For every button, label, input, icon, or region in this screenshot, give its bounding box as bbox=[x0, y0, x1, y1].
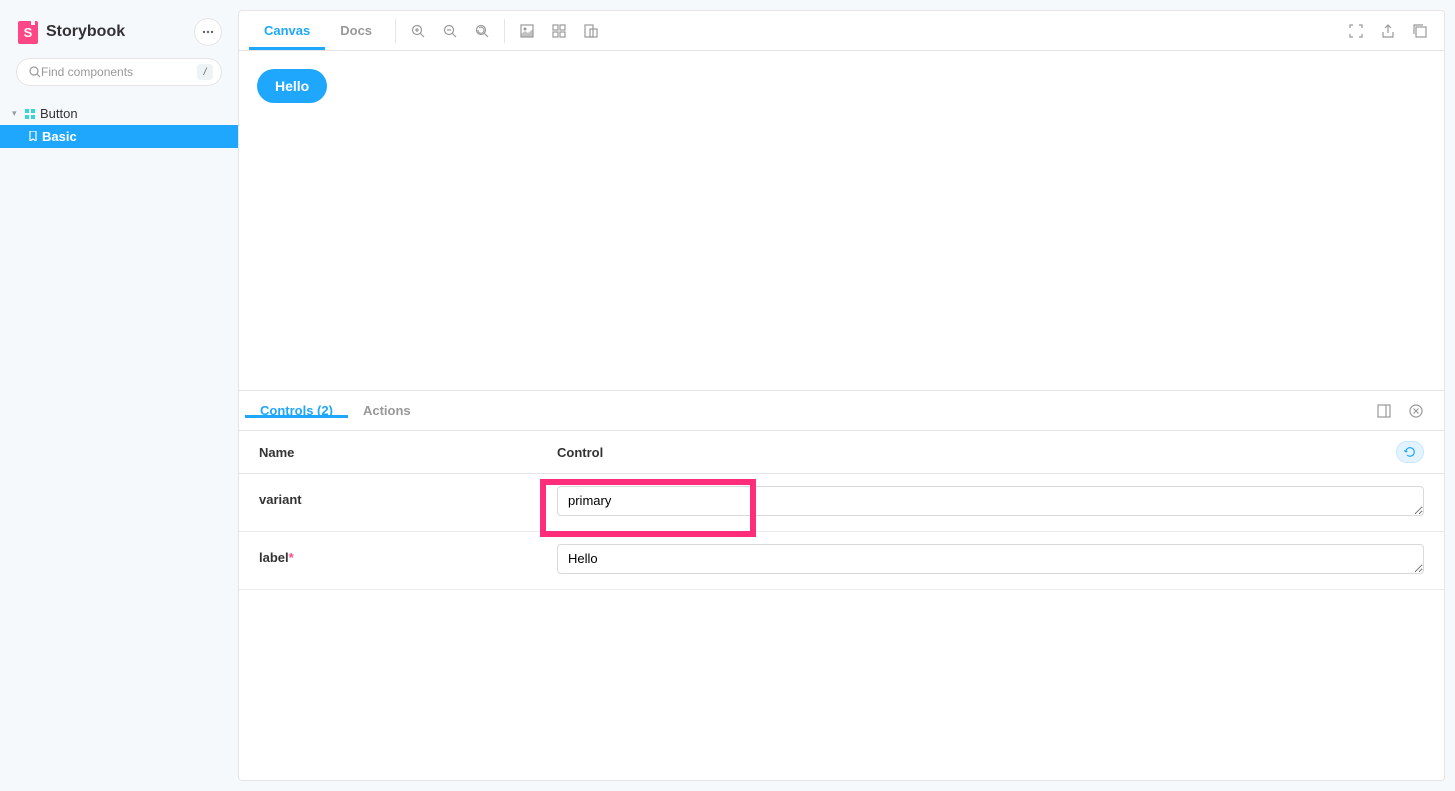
divider bbox=[395, 19, 396, 43]
tab-controls[interactable]: Controls (2) bbox=[245, 403, 348, 418]
viewport-button[interactable] bbox=[577, 17, 605, 45]
tab-actions[interactable]: Actions bbox=[348, 403, 426, 418]
view-tabs: Canvas Docs bbox=[249, 11, 387, 50]
control-row-label: label* bbox=[239, 532, 1444, 590]
search-box[interactable]: / bbox=[16, 58, 222, 86]
ellipsis-icon bbox=[202, 30, 214, 34]
canvas-preview: Hello bbox=[239, 51, 1444, 390]
tree-item-button[interactable]: ▾ Button bbox=[0, 102, 238, 125]
share-button[interactable] bbox=[1374, 17, 1402, 45]
close-panel-button[interactable] bbox=[1402, 397, 1430, 425]
required-star-icon: * bbox=[289, 550, 294, 565]
background-button[interactable] bbox=[513, 17, 541, 45]
control-label: label* bbox=[259, 544, 557, 565]
tab-canvas[interactable]: Canvas bbox=[249, 11, 325, 50]
zoom-reset-button[interactable] bbox=[468, 17, 496, 45]
search-icon bbox=[29, 66, 41, 78]
control-label: variant bbox=[259, 486, 557, 507]
header-control: Control bbox=[557, 445, 1396, 460]
divider bbox=[504, 19, 505, 43]
search-shortcut: / bbox=[197, 64, 213, 80]
main: Canvas Docs Hello bbox=[238, 0, 1455, 791]
fullscreen-button[interactable] bbox=[1342, 17, 1370, 45]
toolbar: Canvas Docs bbox=[239, 11, 1444, 51]
controls-table: Name Control variant label* bbox=[239, 431, 1444, 780]
explorer-tree: ▾ Button Basic bbox=[0, 98, 238, 148]
tree-item-basic[interactable]: Basic bbox=[0, 125, 238, 148]
open-new-tab-button[interactable] bbox=[1406, 17, 1434, 45]
reset-controls-button[interactable] bbox=[1396, 441, 1424, 463]
sidebar: S Storybook / ▾ Button Basic bbox=[0, 0, 238, 791]
storybook-logo-icon: S bbox=[18, 21, 38, 44]
chevron-down-icon: ▾ bbox=[12, 108, 20, 119]
zoom-out-button[interactable] bbox=[436, 17, 464, 45]
search-input[interactable] bbox=[41, 65, 197, 79]
tab-docs[interactable]: Docs bbox=[325, 11, 387, 50]
control-input-label[interactable] bbox=[557, 544, 1424, 574]
component-icon bbox=[24, 108, 36, 120]
preview-button[interactable]: Hello bbox=[257, 69, 327, 103]
controls-header: Name Control bbox=[239, 431, 1444, 474]
search-wrap: / bbox=[0, 58, 238, 98]
logo[interactable]: S Storybook bbox=[18, 21, 125, 44]
brand-name: Storybook bbox=[46, 23, 125, 41]
tree-item-label: Basic bbox=[42, 129, 77, 144]
control-input-variant[interactable] bbox=[557, 486, 1424, 516]
panel-position-button[interactable] bbox=[1370, 397, 1398, 425]
menu-button[interactable] bbox=[194, 18, 222, 46]
header-name: Name bbox=[259, 445, 557, 460]
zoom-in-button[interactable] bbox=[404, 17, 432, 45]
grid-button[interactable] bbox=[545, 17, 573, 45]
control-row-variant: variant bbox=[239, 474, 1444, 532]
bookmark-icon bbox=[28, 129, 38, 144]
addons-panel: Controls (2) Actions Name Control varian… bbox=[239, 390, 1444, 780]
tree-item-label: Button bbox=[40, 106, 78, 121]
addons-tabs: Controls (2) Actions bbox=[239, 391, 1444, 431]
sidebar-header: S Storybook bbox=[0, 0, 238, 58]
main-panel: Canvas Docs Hello bbox=[238, 10, 1445, 781]
